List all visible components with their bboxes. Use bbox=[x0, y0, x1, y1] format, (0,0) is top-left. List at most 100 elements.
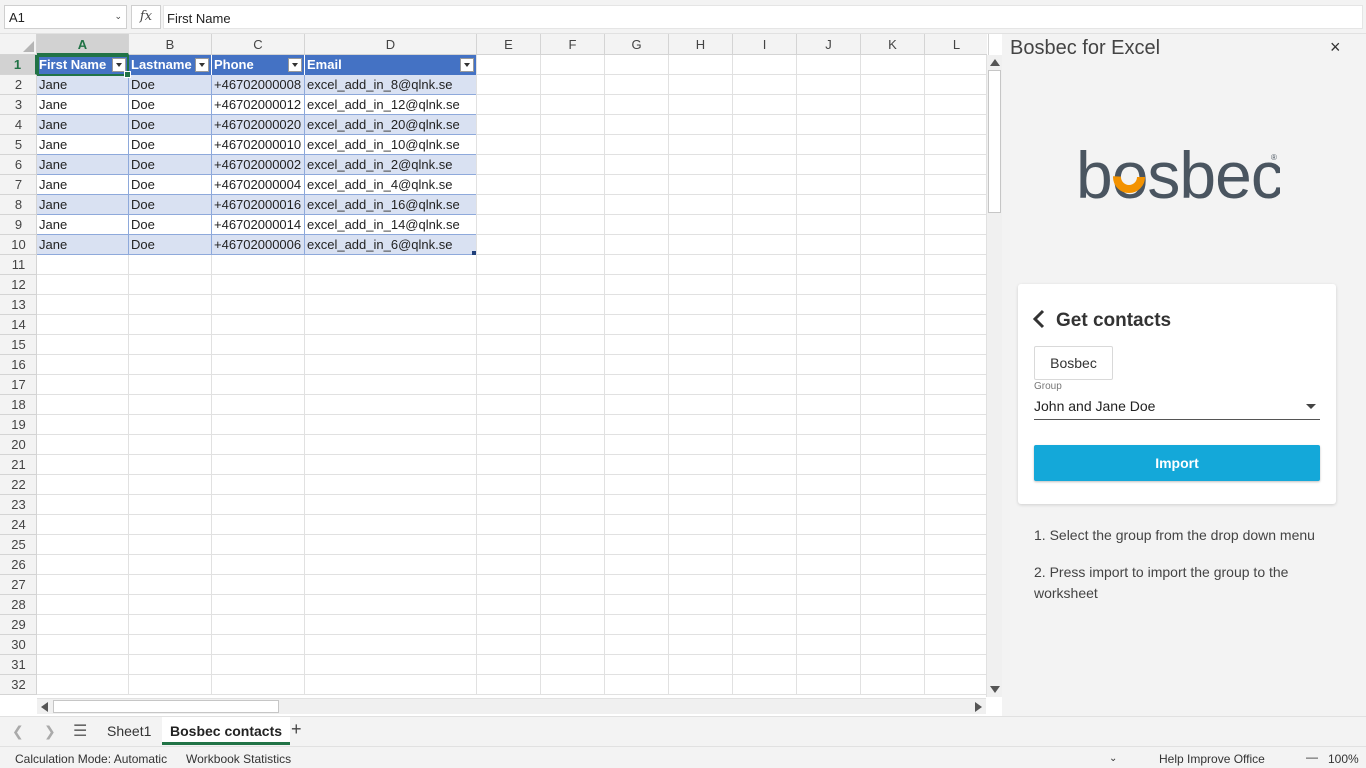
row-header-19[interactable]: 19 bbox=[0, 415, 37, 435]
column-header-j[interactable]: J bbox=[797, 34, 861, 55]
row-header-3[interactable]: 3 bbox=[0, 95, 37, 115]
row-header-20[interactable]: 20 bbox=[0, 435, 37, 455]
table-cell[interactable]: Jane bbox=[37, 115, 128, 135]
column-header-a[interactable]: A bbox=[37, 34, 129, 55]
table-cell[interactable]: Doe bbox=[129, 95, 211, 115]
scroll-right-icon[interactable] bbox=[975, 702, 982, 712]
column-header-f[interactable]: F bbox=[541, 34, 605, 55]
table-cell[interactable]: Doe bbox=[129, 75, 211, 95]
name-box[interactable]: A1 ⌄ bbox=[4, 5, 127, 29]
group-select[interactable]: John and Jane Doe bbox=[1034, 396, 1320, 420]
table-cell[interactable]: Doe bbox=[129, 115, 211, 135]
column-header-b[interactable]: B bbox=[129, 34, 212, 55]
table-cell[interactable]: Jane bbox=[37, 195, 128, 215]
column-header-l[interactable]: L bbox=[925, 34, 989, 55]
table-resize-handle[interactable] bbox=[472, 251, 476, 255]
row-header-32[interactable]: 32 bbox=[0, 675, 37, 695]
scroll-down-icon[interactable] bbox=[990, 686, 1000, 693]
next-sheet-icon[interactable]: ❯ bbox=[44, 723, 56, 740]
column-header-e[interactable]: E bbox=[477, 34, 541, 55]
vertical-scrollbar[interactable] bbox=[986, 55, 1002, 697]
cells[interactable]: First Name Lastname Phone Email Jane Doe +4670… bbox=[37, 55, 987, 695]
active-cell-selection[interactable] bbox=[37, 55, 131, 78]
table-cell[interactable]: Doe bbox=[129, 175, 211, 195]
table-cell[interactable]: +46702000016 bbox=[212, 195, 304, 215]
table-cell[interactable]: +46702000006 bbox=[212, 235, 304, 255]
column-header-d[interactable]: D bbox=[305, 34, 477, 55]
formula-input[interactable]: First Name bbox=[163, 5, 1363, 29]
horizontal-scrollbar[interactable] bbox=[37, 698, 986, 714]
table-cell[interactable]: excel_add_in_10@qlnk.se bbox=[305, 135, 476, 155]
row-header-2[interactable]: 2 bbox=[0, 75, 37, 95]
table-cell[interactable]: Doe bbox=[129, 235, 211, 255]
insert-function-icon[interactable]: fx bbox=[131, 5, 161, 29]
row-header-21[interactable]: 21 bbox=[0, 455, 37, 475]
column-header-i[interactable]: I bbox=[733, 34, 797, 55]
row-header-25[interactable]: 25 bbox=[0, 535, 37, 555]
table-cell[interactable]: excel_add_in_2@qlnk.se bbox=[305, 155, 476, 175]
row-header-28[interactable]: 28 bbox=[0, 595, 37, 615]
table-cell[interactable]: Jane bbox=[37, 135, 128, 155]
row-header-22[interactable]: 22 bbox=[0, 475, 37, 495]
table-cell[interactable]: +46702000008 bbox=[212, 75, 304, 95]
table-cell[interactable]: Doe bbox=[129, 215, 211, 235]
column-header-k[interactable]: K bbox=[861, 34, 925, 55]
row-header-23[interactable]: 23 bbox=[0, 495, 37, 515]
filter-dropdown-icon[interactable] bbox=[460, 58, 474, 72]
bosbec-source-button[interactable]: Bosbec bbox=[1034, 346, 1113, 380]
row-header-11[interactable]: 11 bbox=[0, 255, 37, 275]
table-header-cell[interactable]: Lastname bbox=[129, 55, 194, 75]
table-cell[interactable]: Jane bbox=[37, 235, 128, 255]
chevron-down-icon[interactable]: ⌄ bbox=[114, 11, 122, 22]
table-cell[interactable]: Doe bbox=[129, 195, 211, 215]
table-cell[interactable]: Jane bbox=[37, 215, 128, 235]
table-cell[interactable]: +46702000002 bbox=[212, 155, 304, 175]
row-header-10[interactable]: 10 bbox=[0, 235, 37, 255]
scroll-left-icon[interactable] bbox=[41, 702, 48, 712]
row-header-6[interactable]: 6 bbox=[0, 155, 37, 175]
table-cell[interactable]: +46702000004 bbox=[212, 175, 304, 195]
prev-sheet-icon[interactable]: ❮ bbox=[12, 723, 24, 740]
zoom-level[interactable]: 100% bbox=[1328, 752, 1359, 766]
table-cell[interactable]: excel_add_in_20@qlnk.se bbox=[305, 115, 476, 135]
table-cell[interactable]: +46702000010 bbox=[212, 135, 304, 155]
select-all-button[interactable] bbox=[0, 34, 37, 55]
row-header-15[interactable]: 15 bbox=[0, 335, 37, 355]
workbook-statistics[interactable]: Workbook Statistics bbox=[186, 752, 291, 766]
chevron-down-icon[interactable]: ⌄ bbox=[1109, 753, 1117, 764]
row-header-14[interactable]: 14 bbox=[0, 315, 37, 335]
add-sheet-icon[interactable]: + bbox=[291, 719, 302, 740]
row-header-9[interactable]: 9 bbox=[0, 215, 37, 235]
row-header-1[interactable]: 1 bbox=[0, 55, 37, 75]
hamburger-icon[interactable]: ☰ bbox=[73, 721, 87, 741]
row-header-31[interactable]: 31 bbox=[0, 655, 37, 675]
table-cell[interactable]: excel_add_in_14@qlnk.se bbox=[305, 215, 476, 235]
row-header-29[interactable]: 29 bbox=[0, 615, 37, 635]
row-header-8[interactable]: 8 bbox=[0, 195, 37, 215]
table-cell[interactable]: +46702000012 bbox=[212, 95, 304, 115]
table-cell[interactable]: +46702000014 bbox=[212, 215, 304, 235]
chevron-left-icon[interactable] bbox=[1032, 308, 1046, 330]
column-header-c[interactable]: C bbox=[212, 34, 305, 55]
close-icon[interactable]: × bbox=[1330, 37, 1341, 58]
filter-dropdown-icon[interactable] bbox=[288, 58, 302, 72]
row-header-18[interactable]: 18 bbox=[0, 395, 37, 415]
row-header-24[interactable]: 24 bbox=[0, 515, 37, 535]
table-cell[interactable]: Jane bbox=[37, 75, 128, 95]
table-cell[interactable]: +46702000020 bbox=[212, 115, 304, 135]
row-header-13[interactable]: 13 bbox=[0, 295, 37, 315]
table-cell[interactable]: Doe bbox=[129, 135, 211, 155]
table-cell[interactable]: excel_add_in_4@qlnk.se bbox=[305, 175, 476, 195]
sheet-tab-bosbec-contacts[interactable]: Bosbec contacts bbox=[162, 717, 291, 745]
row-header-30[interactable]: 30 bbox=[0, 635, 37, 655]
column-header-g[interactable]: G bbox=[605, 34, 669, 55]
table-cell[interactable]: Jane bbox=[37, 155, 128, 175]
horizontal-scroll-thumb[interactable] bbox=[53, 700, 279, 713]
table-cell[interactable]: Jane bbox=[37, 95, 128, 115]
column-header-h[interactable]: H bbox=[669, 34, 733, 55]
table-cell[interactable]: excel_add_in_8@qlnk.se bbox=[305, 75, 476, 95]
zoom-out-icon[interactable]: — bbox=[1306, 750, 1318, 764]
import-button[interactable]: Import bbox=[1034, 445, 1320, 481]
table-cell[interactable]: excel_add_in_6@qlnk.se bbox=[305, 235, 476, 255]
table-header-cell[interactable]: Email bbox=[305, 55, 459, 75]
